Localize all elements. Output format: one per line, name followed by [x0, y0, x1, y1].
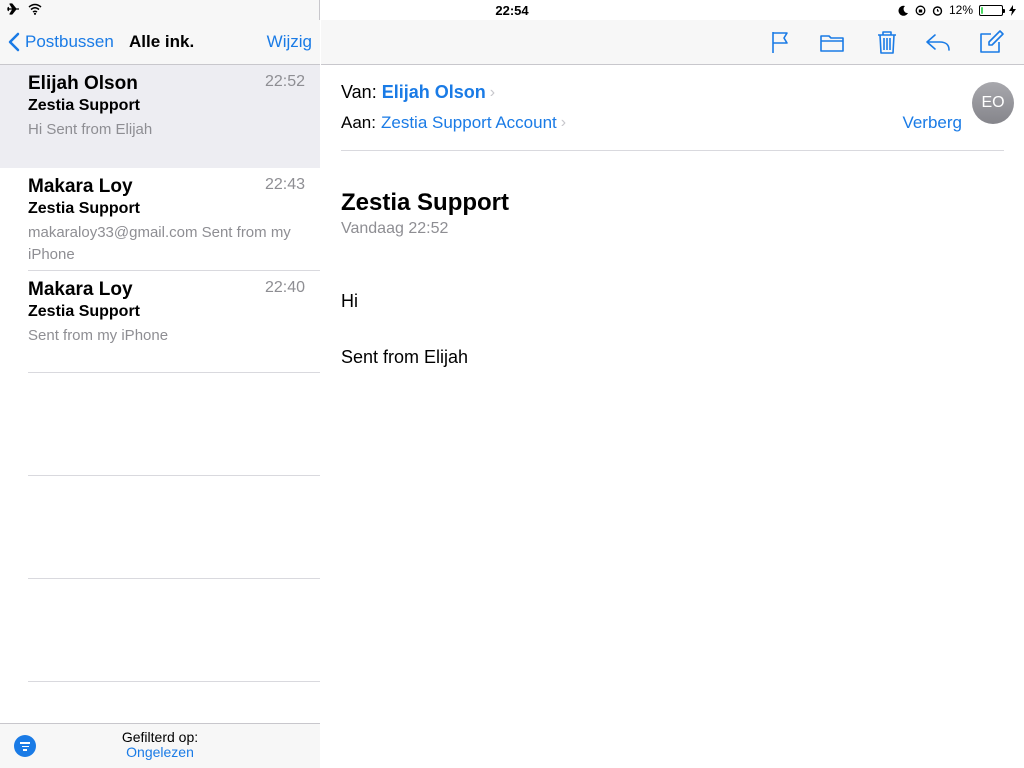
charging-icon — [1009, 4, 1016, 16]
status-bar: 22:54 12% — [0, 0, 1024, 20]
message-body-line: Sent from Elijah — [341, 347, 469, 367]
chevron-right-icon: › — [560, 114, 567, 131]
reply-icon[interactable] — [924, 28, 952, 56]
status-time: 22:54 — [495, 3, 529, 18]
chevron-right-icon: › — [489, 83, 496, 101]
row-divider — [28, 475, 320, 476]
mail-sender: Makara Loy — [28, 279, 133, 300]
moon-icon — [898, 5, 908, 16]
mail-preview: Sent from my iPhone — [28, 327, 169, 344]
mail-list: Elijah Olson 22:52 Zestia Support Hi Sen… — [0, 65, 320, 723]
mailbox-pane: Postbussen Alle ink. Wijzig Elijah Olson… — [0, 0, 320, 768]
mail-subject: Zestia Support — [28, 200, 141, 217]
message-toolbar — [321, 20, 1024, 65]
filter-bar: Gefilterd op: Ongelezen — [0, 723, 320, 768]
mail-time: 22:40 — [264, 279, 305, 296]
from-sender-link[interactable]: Elijah Olson — [382, 82, 486, 103]
mailbox-title: Alle ink. — [129, 32, 195, 51]
battery-icon — [979, 4, 1005, 16]
mail-preview: Hi Sent from Elijah — [28, 121, 153, 138]
message-body-line: Hi — [341, 291, 358, 311]
mail-subject: Zestia Support — [28, 303, 141, 320]
message-date: Vandaag 22:52 — [341, 220, 449, 237]
mailbox-navbar: Postbussen Alle ink. Wijzig — [0, 20, 320, 65]
list-item[interactable]: Makara Loy 22:43 Zestia Support makaralo… — [0, 168, 320, 271]
message-header: Van: Elijah Olson › Aan: Zestia Support … — [341, 65, 1004, 151]
hide-details-button[interactable]: Verberg — [902, 113, 962, 133]
status-right: 12% — [898, 3, 1016, 17]
mail-sender: Elijah Olson — [28, 73, 138, 94]
mail-preview: makaraloy33@gmail.com Sent from my iPhon… — [28, 224, 291, 263]
mail-subject: Zestia Support — [28, 97, 141, 114]
mail-time: 22:43 — [264, 176, 305, 193]
folder-icon[interactable] — [818, 28, 846, 56]
trash-icon[interactable] — [873, 28, 901, 56]
rotation-lock-icon — [915, 5, 926, 15]
row-divider — [28, 578, 320, 579]
from-line: Van: Elijah Olson › — [341, 82, 495, 103]
row-divider — [28, 681, 320, 682]
compose-icon[interactable] — [977, 28, 1005, 56]
back-button[interactable]: Postbussen — [8, 32, 114, 52]
flag-icon[interactable] — [767, 28, 795, 56]
message-subject: Zestia Support — [341, 189, 510, 216]
battery-percent: 12% — [948, 3, 973, 17]
row-divider — [28, 372, 320, 373]
back-label: Postbussen — [25, 32, 114, 51]
chevron-left-icon — [8, 32, 20, 52]
to-line: Aan: Zestia Support Account › — [341, 113, 566, 133]
avatar: EO — [972, 82, 1014, 124]
filter-value-link[interactable]: Ongelezen — [0, 745, 320, 760]
from-label: Van: — [341, 82, 377, 102]
list-item[interactable]: Makara Loy 22:40 Zestia Support Sent fro… — [0, 271, 320, 374]
list-item[interactable]: Elijah Olson 22:52 Zestia Support Hi Sen… — [0, 65, 320, 168]
filter-label: Gefilterd op: — [121, 729, 199, 745]
to-recipient-link[interactable]: Zestia Support Account — [381, 113, 557, 133]
alarm-icon — [932, 5, 943, 16]
filter-status: Gefilterd op: Ongelezen — [0, 730, 320, 760]
mail-sender: Makara Loy — [28, 176, 133, 197]
edit-button[interactable]: Wijzig — [267, 32, 312, 52]
message-pane: Van: Elijah Olson › Aan: Zestia Support … — [321, 0, 1024, 768]
mail-time: 22:52 — [264, 73, 305, 90]
to-label: Aan: — [341, 113, 376, 132]
